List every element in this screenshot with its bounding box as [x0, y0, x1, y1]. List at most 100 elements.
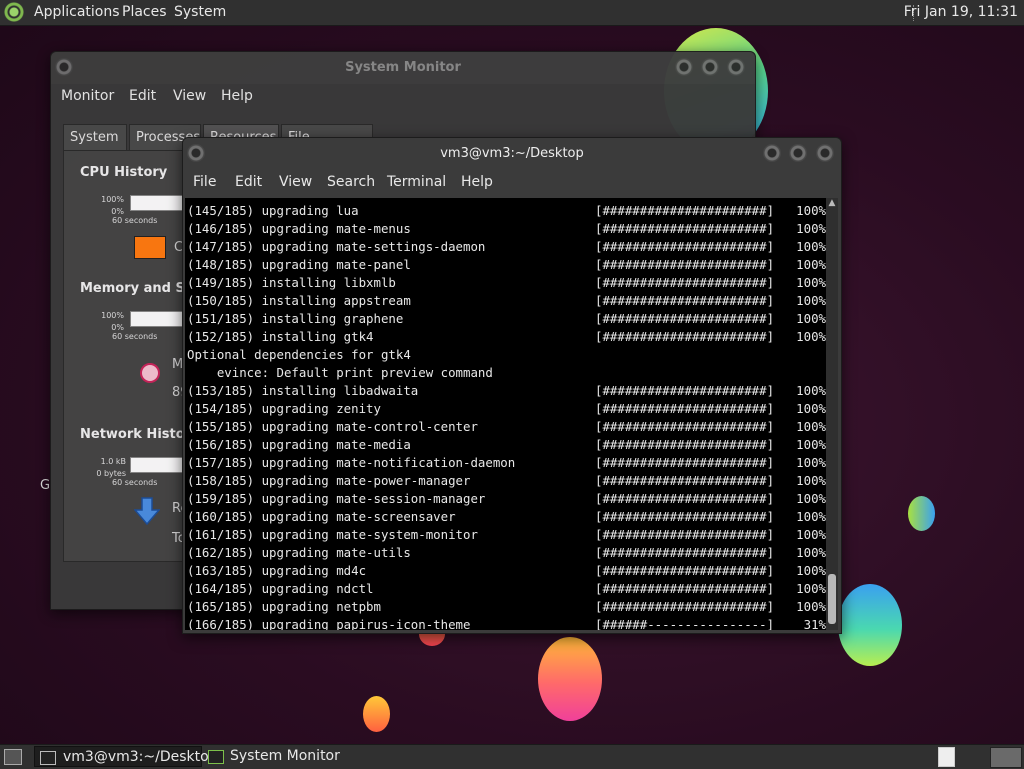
desktop-icon-label: G — [40, 478, 51, 493]
terminal-line-text: (162/185) upgrading mate-utils — [187, 545, 411, 560]
terminal-line-text: (149/185) installing libxmlb — [187, 275, 396, 290]
progress-bar-text: [######################] — [595, 545, 775, 560]
progress-bar-text: [######################] — [595, 581, 775, 596]
terminal-line-text: (145/185) upgrading lua — [187, 203, 359, 218]
scroll-up-arrow-icon[interactable]: ▲ — [827, 198, 837, 208]
system-monitor-titlebar[interactable]: System Monitor — [51, 52, 755, 84]
cpu-max-label: 100% — [101, 195, 124, 204]
terminal-line: (151/185) installing graphene [##########… — [187, 310, 826, 328]
menu-help[interactable]: Help — [461, 174, 493, 190]
taskbar-item-system-monitor[interactable]: System Monitor — [204, 746, 384, 767]
terminal-line-text: (157/185) upgrading mate-notification-da… — [187, 455, 516, 470]
terminal-line: (157/185) upgrading mate-notification-da… — [187, 454, 826, 472]
terminal-line-text: (160/185) upgrading mate-screensaver — [187, 509, 456, 524]
terminal-line-text: (166/185) upgrading papirus-icon-theme — [187, 617, 471, 630]
menu-monitor[interactable]: Monitor — [61, 88, 114, 104]
progress-bar-text: [######################] — [595, 401, 775, 416]
maximize-button[interactable] — [789, 144, 807, 162]
network-span-label: 60 seconds — [112, 478, 158, 487]
network-max-label: 1.0 kB — [100, 457, 126, 466]
progress-percent: 100% — [796, 545, 826, 560]
window-menu-icon[interactable] — [55, 58, 73, 76]
menu-search[interactable]: Search — [327, 174, 375, 190]
terminal-line-text: (153/185) installing libadwaita — [187, 383, 419, 398]
terminal-titlebar[interactable]: vm3@vm3:~/Desktop — [183, 138, 841, 170]
menu-view[interactable]: View — [279, 174, 312, 190]
progress-bar-text: [######################] — [595, 527, 775, 542]
terminal-line: (155/185) upgrading mate-control-center [… — [187, 418, 826, 436]
terminal-line-text: (150/185) installing appstream — [187, 293, 411, 308]
cpu-span-label: 60 seconds — [112, 216, 158, 225]
terminal-line: (154/185) upgrading zenity [#############… — [187, 400, 826, 418]
workspace-switcher[interactable] — [990, 747, 1022, 768]
terminal-line: Optional dependencies for gtk4 — [187, 346, 826, 364]
progress-percent: 100% — [796, 563, 826, 578]
minimize-button[interactable] — [675, 58, 693, 76]
window-menu-icon[interactable] — [187, 144, 205, 162]
terminal-line: (153/185) installing libadwaita [########… — [187, 382, 826, 400]
terminal-line: (165/185) upgrading netpbm [#############… — [187, 598, 826, 616]
terminal-icon — [40, 751, 56, 765]
trash-icon[interactable] — [938, 747, 955, 767]
applications-menu[interactable]: Applications — [34, 4, 120, 20]
decorative-bubble — [538, 637, 602, 721]
terminal-line-text: (154/185) upgrading zenity — [187, 401, 381, 416]
show-desktop-icon[interactable] — [4, 749, 22, 765]
minimize-button[interactable] — [763, 144, 781, 162]
terminal-scrollbar[interactable]: ▲ — [826, 198, 838, 630]
progress-percent: 100% — [796, 599, 826, 614]
window-title: System Monitor — [345, 60, 461, 75]
terminal-line-text: (158/185) upgrading mate-power-manager — [187, 473, 471, 488]
terminal-line-text: (155/185) upgrading mate-control-center — [187, 419, 478, 434]
tab-system[interactable]: System — [63, 124, 127, 150]
close-button[interactable] — [727, 58, 745, 76]
receiving-arrow-icon — [134, 497, 160, 525]
terminal-output[interactable]: (145/185) upgrading lua [################… — [185, 198, 826, 630]
progress-bar-text: [######################] — [595, 293, 775, 308]
menu-terminal[interactable]: Terminal — [387, 174, 446, 190]
progress-bar-text: [######################] — [595, 311, 775, 326]
terminal-line: (164/185) upgrading ndctl [##############… — [187, 580, 826, 598]
terminal-line: (146/185) upgrading mate-menus [#########… — [187, 220, 826, 238]
menu-view[interactable]: View — [173, 88, 206, 104]
maximize-button[interactable] — [701, 58, 719, 76]
menu-edit[interactable]: Edit — [235, 174, 262, 190]
progress-percent: 100% — [796, 401, 826, 416]
terminal-line: (145/185) upgrading lua [################… — [187, 202, 826, 220]
progress-bar-text: [######################] — [595, 563, 775, 578]
terminal-line: (158/185) upgrading mate-power-manager [#… — [187, 472, 826, 490]
progress-percent: 100% — [796, 509, 826, 524]
progress-bar-text: [######################] — [595, 599, 775, 614]
progress-percent: 100% — [796, 419, 826, 434]
progress-bar-text: [######################] — [595, 383, 775, 398]
progress-bar-text: [######################] — [595, 419, 775, 434]
taskbar-item-terminal[interactable]: vm3@vm3:~/Desktop — [34, 746, 218, 767]
progress-bar-text: [######################] — [595, 509, 775, 524]
progress-bar-text: [######################] — [595, 491, 775, 506]
terminal-line-text: (156/185) upgrading mate-media — [187, 437, 411, 452]
terminal-line-text: (148/185) upgrading mate-panel — [187, 257, 411, 272]
window-title: vm3@vm3:~/Desktop — [440, 146, 584, 161]
scrollbar-thumb[interactable] — [828, 574, 836, 624]
progress-bar-text: [######################] — [595, 329, 775, 344]
menu-edit[interactable]: Edit — [129, 88, 156, 104]
system-menu[interactable]: System — [174, 4, 226, 20]
mate-logo-icon[interactable] — [4, 2, 24, 22]
menu-help[interactable]: Help — [221, 88, 253, 104]
terminal-line: (148/185) upgrading mate-panel [#########… — [187, 256, 826, 274]
terminal-line-text: (164/185) upgrading ndctl — [187, 581, 374, 596]
progress-bar-text: [######################] — [595, 239, 775, 254]
clock[interactable]: Fri Jan 19, 11:31 — [904, 4, 1018, 20]
terminal-line-text: evince: Default print preview command — [187, 365, 493, 380]
cpu-color-swatch[interactable] — [134, 236, 166, 259]
menu-file[interactable]: File — [193, 174, 216, 190]
decorative-bubble — [908, 496, 935, 531]
progress-percent: 100% — [796, 203, 826, 218]
terminal-line: (152/185) installing gtk4 [##############… — [187, 328, 826, 346]
progress-percent: 100% — [796, 221, 826, 236]
terminal-line-text: Optional dependencies for gtk4 — [187, 347, 411, 362]
progress-bar-text: [######################] — [595, 203, 775, 218]
close-button[interactable] — [816, 144, 834, 162]
terminal-line: (162/185) upgrading mate-utils [#########… — [187, 544, 826, 562]
places-menu[interactable]: Places — [122, 4, 167, 20]
